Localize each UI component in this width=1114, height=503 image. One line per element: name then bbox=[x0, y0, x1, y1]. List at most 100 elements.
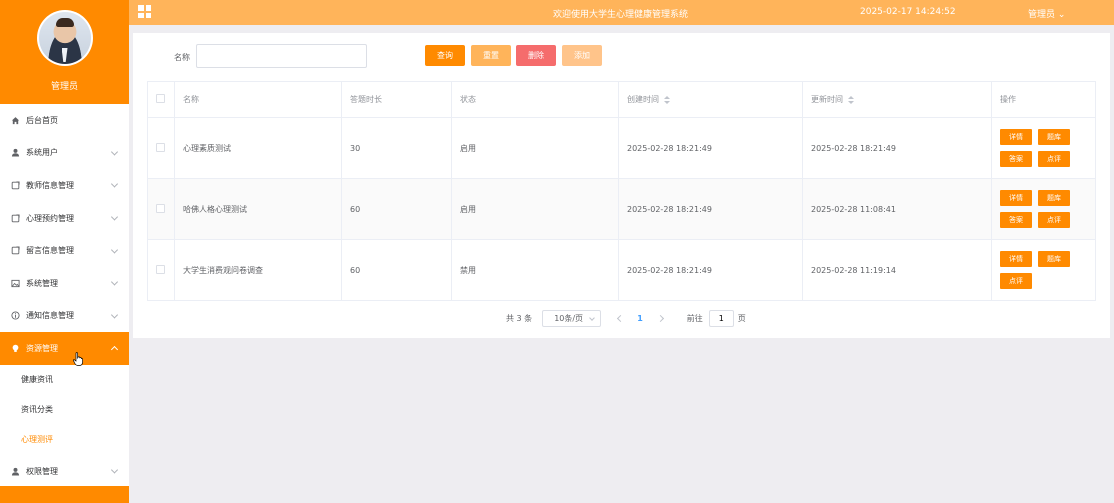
sidebar-item-1[interactable]: 系统用户 bbox=[0, 137, 129, 170]
submenu-item-1[interactable]: 资讯分类 bbox=[0, 395, 129, 425]
goto-page-input[interactable] bbox=[708, 309, 734, 327]
cell-status: 启用 bbox=[451, 178, 619, 240]
cell-created: 2025-02-28 18:21:49 bbox=[618, 117, 803, 179]
sidebar-item-permissions[interactable]: 权限管理 bbox=[0, 455, 129, 488]
chevron-icon bbox=[110, 346, 119, 354]
sidebar-item-label: 心理预约管理 bbox=[26, 213, 74, 223]
sidebar-item-label: 通知信息管理 bbox=[26, 311, 74, 321]
content-panel: 名称 查询 重置 删除 添加 名称 答题时长 状态 创建时间 更新时间 操作 心… bbox=[133, 33, 1110, 338]
delete-button[interactable]: 删除 bbox=[516, 45, 556, 66]
cell-duration: 60 bbox=[341, 178, 452, 240]
table-row: 哈佛人格心理测试 60 启用 2025-02-28 18:21:49 2025-02-2… bbox=[147, 178, 1096, 240]
submenu-item-0[interactable]: 健康资讯 bbox=[0, 365, 129, 395]
table-row: 心理素质测试 30 启用 2025-02-28 18:21:49 2025-02-28 … bbox=[147, 117, 1096, 179]
user-icon bbox=[11, 148, 20, 157]
query-button[interactable]: 查询 bbox=[425, 45, 465, 66]
user-name: 管理员 bbox=[1028, 10, 1056, 20]
chevron-icon bbox=[110, 213, 119, 221]
prev-page-icon[interactable] bbox=[615, 314, 623, 322]
page-unit-label: 页 bbox=[737, 313, 746, 323]
header-updated[interactable]: 更新时间 bbox=[802, 81, 992, 118]
avatar-photo bbox=[38, 12, 91, 64]
sidebar-item-label: 资源管理 bbox=[26, 343, 58, 353]
bulb-icon bbox=[11, 344, 20, 353]
cell-updated: 2025-02-28 11:08:41 bbox=[802, 178, 992, 240]
header-created[interactable]: 创建时间 bbox=[618, 81, 803, 118]
page-number[interactable]: 1 bbox=[637, 314, 643, 323]
goto-label: 前往 bbox=[686, 313, 703, 323]
select-all-cell bbox=[147, 81, 175, 118]
user-dropdown[interactable]: 管理员 ⌄ bbox=[1028, 7, 1065, 20]
header-updated-label: 更新时间 bbox=[811, 95, 843, 104]
sidebar-item-label: 留言信息管理 bbox=[26, 246, 74, 256]
cell-ops: 详情 题库 点评 bbox=[991, 239, 1096, 301]
row-select-cell bbox=[147, 178, 175, 240]
select-all-checkbox[interactable] bbox=[156, 94, 165, 103]
table-header-row: 名称 答题时长 状态 创建时间 更新时间 操作 bbox=[147, 81, 1096, 118]
chevron-icon bbox=[110, 311, 119, 319]
sidebar-item-5[interactable]: 系统管理 bbox=[0, 267, 129, 300]
sidebar-item-2[interactable]: 教师信息管理 bbox=[0, 169, 129, 202]
add-button[interactable]: 添加 bbox=[562, 45, 602, 66]
cell-created: 2025-02-28 18:21:49 bbox=[618, 239, 803, 301]
chevron-down-icon bbox=[589, 314, 596, 321]
row-action-button[interactable]: 详情 bbox=[1000, 190, 1032, 206]
current-datetime: 2025-02-17 14:24:52 bbox=[860, 7, 956, 17]
cell-name: 心理素质测试 bbox=[174, 117, 342, 179]
sidebar-menu: 后台首页系统用户 教师信息管理心理预约管理 留言信息管理 系统管理通知信息管理 资源管理… bbox=[0, 104, 129, 487]
row-checkbox[interactable] bbox=[156, 264, 165, 274]
sidebar-item-0[interactable]: 后台首页 bbox=[0, 104, 129, 137]
row-action-button[interactable]: 点评 bbox=[1038, 212, 1070, 228]
sort-icon[interactable] bbox=[848, 95, 854, 104]
header-created-label: 创建时间 bbox=[627, 95, 659, 104]
reset-button[interactable]: 重置 bbox=[471, 45, 511, 66]
sidebar-footer-bar bbox=[0, 486, 129, 503]
search-input[interactable] bbox=[196, 44, 367, 68]
doc-icon bbox=[11, 214, 20, 223]
home-icon bbox=[11, 116, 20, 125]
header-name: 名称 bbox=[174, 81, 342, 118]
doc-icon bbox=[11, 181, 20, 190]
image-icon bbox=[11, 279, 20, 288]
sidebar-item-3[interactable]: 心理预约管理 bbox=[0, 202, 129, 235]
row-action-button[interactable]: 答案 bbox=[1000, 212, 1032, 228]
row-actions: 详情 题库 答案 点评 bbox=[1000, 190, 1095, 228]
row-action-button[interactable]: 详情 bbox=[1000, 129, 1032, 145]
sort-icon[interactable] bbox=[664, 95, 670, 104]
sidebar-item-7[interactable]: 资源管理 bbox=[0, 332, 129, 365]
cell-status: 启用 bbox=[451, 117, 619, 179]
row-action-button[interactable]: 答案 bbox=[1000, 151, 1032, 167]
row-action-button[interactable]: 题库 bbox=[1038, 251, 1070, 267]
cell-duration: 30 bbox=[341, 117, 452, 179]
page-size-select[interactable]: 10条/页 bbox=[542, 309, 602, 327]
row-select-cell bbox=[147, 239, 175, 301]
sidebar-item-label: 系统管理 bbox=[26, 278, 58, 288]
row-checkbox[interactable] bbox=[156, 203, 165, 213]
row-action-button[interactable]: 题库 bbox=[1038, 129, 1070, 145]
chevron-icon bbox=[110, 148, 119, 156]
sidebar-profile: 管理员 bbox=[0, 0, 129, 104]
admin-name: 管理员 bbox=[50, 82, 78, 92]
row-action-button[interactable]: 详情 bbox=[1000, 251, 1032, 267]
cell-created: 2025-02-28 18:21:49 bbox=[618, 178, 803, 240]
chevron-down-icon: ⌄ bbox=[1057, 10, 1066, 20]
avatar[interactable] bbox=[36, 10, 93, 66]
row-action-button[interactable]: 点评 bbox=[1000, 273, 1032, 289]
header-ops: 操作 bbox=[991, 81, 1096, 118]
cell-duration: 60 bbox=[341, 239, 452, 301]
row-checkbox[interactable] bbox=[156, 142, 165, 152]
row-action-button[interactable]: 点评 bbox=[1038, 151, 1070, 167]
row-actions: 详情 题库 答案 点评 bbox=[1000, 129, 1095, 167]
next-page-icon[interactable] bbox=[657, 314, 665, 322]
row-actions: 详情 题库 点评 bbox=[1000, 251, 1095, 289]
doc-icon bbox=[11, 246, 20, 255]
menu-grid-icon[interactable] bbox=[138, 5, 151, 18]
sidebar-item-label: 后台首页 bbox=[26, 115, 58, 125]
cell-ops: 详情 题库 答案 点评 bbox=[991, 178, 1096, 240]
submenu-item-2[interactable]: 心理测评 bbox=[0, 425, 129, 455]
sidebar-item-6[interactable]: 通知信息管理 bbox=[0, 300, 129, 333]
header-duration: 答题时长 bbox=[341, 81, 452, 118]
search-label: 名称 bbox=[174, 53, 190, 62]
row-action-button[interactable]: 题库 bbox=[1038, 190, 1070, 206]
sidebar-item-4[interactable]: 留言信息管理 bbox=[0, 234, 129, 267]
